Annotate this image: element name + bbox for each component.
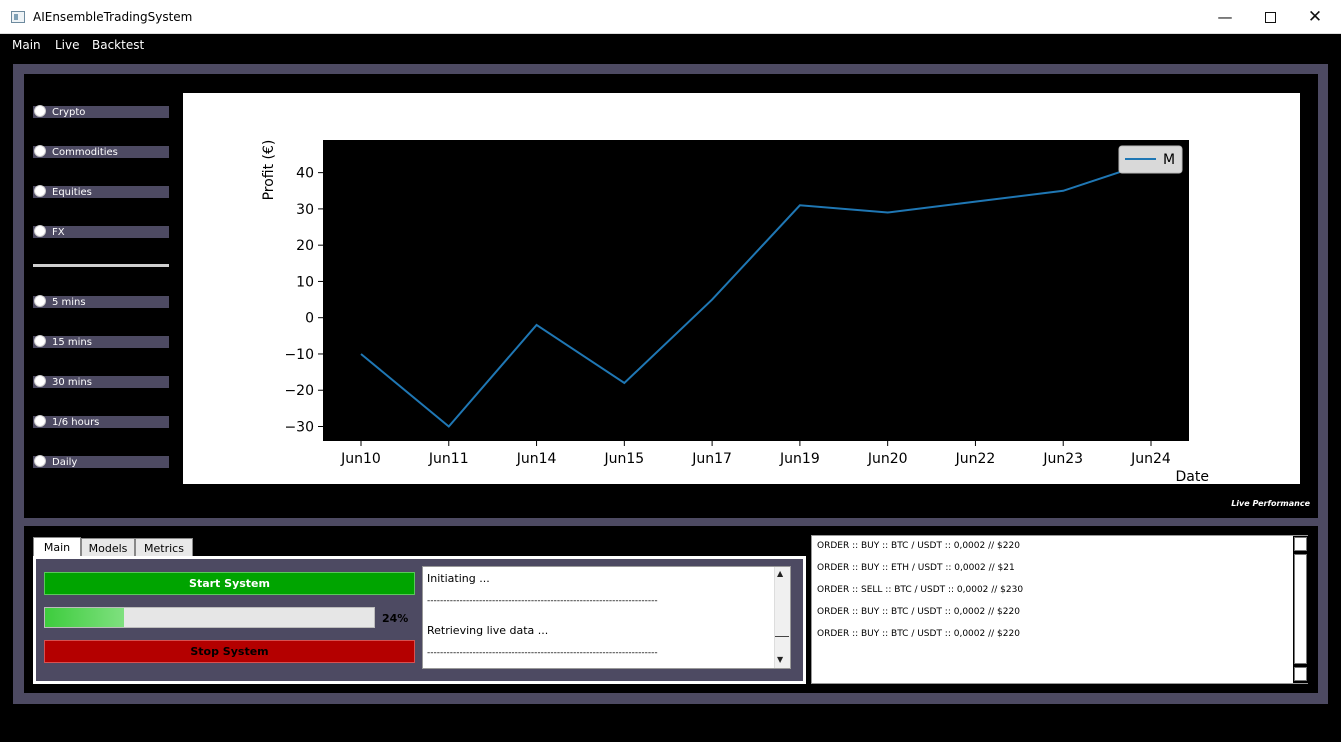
x-tick-label: Jun10 xyxy=(340,451,381,467)
order-item: ORDER :: BUY :: ETH / USDT :: 0,0002 // … xyxy=(817,563,1015,573)
radio-daily[interactable]: Daily xyxy=(33,455,169,468)
order-item: ORDER :: BUY :: BTC / USDT :: 0,0002 // … xyxy=(817,629,1020,639)
profit-chart: −30 −20 −10 0 10 20 30 40 Jun10 Jun11 Jun14 Jun15 Ju… xyxy=(183,93,1300,485)
radio-button-icon xyxy=(34,295,46,307)
scroll-up-icon[interactable]: ▲ xyxy=(777,569,783,578)
menu-backtest[interactable]: Backtest xyxy=(92,38,144,52)
app-icon xyxy=(11,11,25,23)
x-tick-label: Jun19 xyxy=(779,451,820,467)
tab-metrics[interactable]: Metrics xyxy=(135,538,193,558)
x-tick-label: Jun24 xyxy=(1130,451,1171,467)
radio-label: 15 mins xyxy=(52,337,92,348)
status-log[interactable]: Initiating ... -------------------------… xyxy=(422,566,791,669)
scroll-down-icon[interactable] xyxy=(1294,667,1307,681)
y-tick-label: 0 xyxy=(305,311,314,327)
stop-system-button[interactable]: Stop System xyxy=(44,640,415,663)
scroll-down-icon[interactable]: ▼ xyxy=(777,655,783,664)
menu-bar: Main Live Backtest xyxy=(0,34,1341,56)
radio-button-icon xyxy=(34,225,46,237)
radio-equities[interactable]: Equities xyxy=(33,185,169,198)
y-tick-label: 40 xyxy=(296,166,314,182)
y-axis-label: Profit (€) xyxy=(261,140,277,201)
x-tick-label: Jun14 xyxy=(516,451,557,467)
radio-button-icon xyxy=(34,455,46,467)
close-icon: ✕ xyxy=(1307,7,1323,27)
x-tick-label: Jun15 xyxy=(603,451,644,467)
radio-label: 1/6 hours xyxy=(52,417,100,428)
order-item: ORDER :: SELL :: BTC / USDT :: 0,0002 //… xyxy=(817,585,1024,595)
close-button[interactable]: ✕ xyxy=(1292,0,1338,34)
y-tick-label: −20 xyxy=(284,383,314,399)
radio-label: Commodities xyxy=(52,147,118,158)
radio-30-mins[interactable]: 30 mins xyxy=(33,375,169,388)
orders-scrollbar[interactable] xyxy=(1293,536,1308,683)
plot-area xyxy=(323,140,1189,441)
order-item: ORDER :: BUY :: BTC / USDT :: 0,0002 // … xyxy=(817,607,1020,617)
x-tick-label: Jun17 xyxy=(691,451,732,467)
radio-label: Crypto xyxy=(52,107,86,118)
legend-entry: M xyxy=(1163,152,1175,168)
maximize-button[interactable] xyxy=(1247,0,1293,34)
y-tick-label: 20 xyxy=(296,238,314,254)
y-tick-label: −10 xyxy=(284,347,314,363)
x-tick-label: Jun23 xyxy=(1042,451,1083,467)
minimize-icon: — xyxy=(1217,8,1233,26)
radio-button-icon xyxy=(34,375,46,387)
title-bar: AIEnsembleTradingSystem — ✕ xyxy=(0,0,1341,34)
radio-button-icon xyxy=(34,415,46,427)
scroll-up-icon[interactable] xyxy=(1294,537,1307,551)
progress-bar xyxy=(44,607,375,628)
progress-percent: 24% xyxy=(382,612,409,625)
order-item: ORDER :: BUY :: BTC / USDT :: 0,0002 // … xyxy=(817,541,1020,551)
x-axis-label: Date xyxy=(1176,469,1209,484)
menu-main[interactable]: Main xyxy=(12,38,41,52)
window-title: AIEnsembleTradingSystem xyxy=(33,10,193,24)
log-scroll-thumb[interactable] xyxy=(775,581,789,637)
radio-button-icon xyxy=(34,145,46,157)
log-line: Initiating ... xyxy=(427,572,490,585)
minimize-button[interactable]: — xyxy=(1202,0,1248,34)
radio-label: 30 mins xyxy=(52,377,92,388)
radio-5-mins[interactable]: 5 mins xyxy=(33,295,169,308)
radio-label: 5 mins xyxy=(52,297,86,308)
radio-label: Equities xyxy=(52,187,92,198)
tab-main[interactable]: Main xyxy=(33,537,81,558)
orders-list[interactable]: ORDER :: BUY :: BTC / USDT :: 0,0002 // … xyxy=(811,535,1308,684)
radio-fx[interactable]: FX xyxy=(33,225,169,238)
log-line: ----------------------------------------… xyxy=(427,648,658,658)
progress-fill xyxy=(45,608,124,627)
x-tick-label: Jun22 xyxy=(955,451,996,467)
radio-label: FX xyxy=(52,227,65,238)
tab-models[interactable]: Models xyxy=(81,538,135,558)
radio-separator xyxy=(33,264,169,267)
log-scrollbar[interactable]: ▲ ▼ xyxy=(774,567,790,668)
radio-button-icon xyxy=(34,335,46,347)
radio-label: Daily xyxy=(52,457,78,468)
radio-commodities[interactable]: Commodities xyxy=(33,145,169,158)
radio-1-6-hours[interactable]: 1/6 hours xyxy=(33,415,169,428)
radio-button-icon xyxy=(34,185,46,197)
log-line: Retrieving live data ... xyxy=(427,624,549,637)
start-system-button[interactable]: Start System xyxy=(44,572,415,595)
panel-caption: Live Performance xyxy=(1231,499,1310,508)
log-line: ----------------------------------------… xyxy=(427,596,658,606)
x-tick-label: Jun11 xyxy=(428,451,469,467)
y-tick-label: 30 xyxy=(296,202,314,218)
orders-scroll-thumb[interactable] xyxy=(1294,554,1307,664)
y-tick-label: 10 xyxy=(296,274,314,290)
profit-chart-svg: −30 −20 −10 0 10 20 30 40 Jun10 Jun11 Jun14 Jun15 Ju… xyxy=(261,140,1209,485)
radio-crypto[interactable]: Crypto xyxy=(33,105,169,118)
y-tick-label: −30 xyxy=(284,419,314,435)
x-tick-label: Jun20 xyxy=(867,451,908,467)
radio-15-mins[interactable]: 15 mins xyxy=(33,335,169,348)
maximize-icon xyxy=(1264,11,1276,23)
menu-live[interactable]: Live xyxy=(55,38,80,52)
radio-button-icon xyxy=(34,105,46,117)
